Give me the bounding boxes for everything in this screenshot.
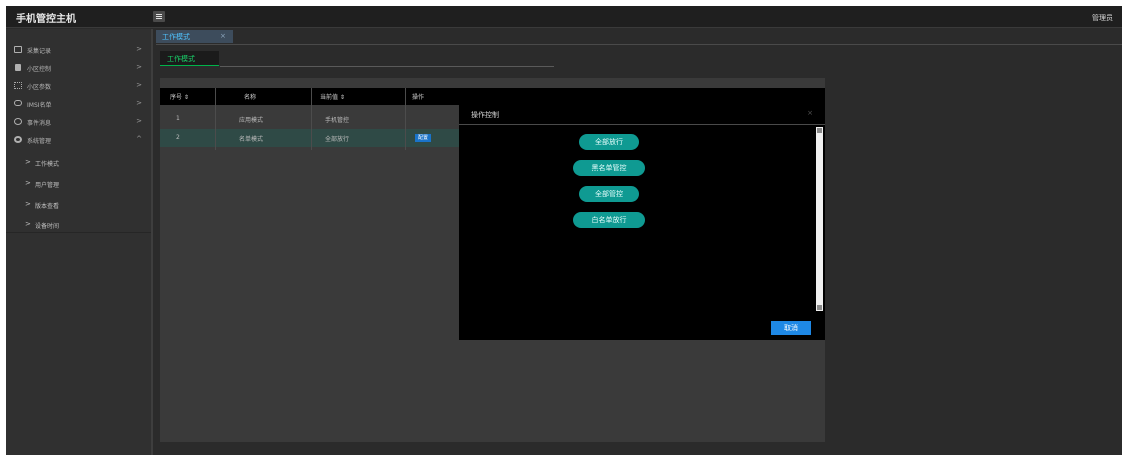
column-separator (405, 88, 406, 150)
subtab-label: 工作模式 (167, 55, 195, 63)
sidebar: 采集记录 > 小区控制 > 小区参数 > IMSI名单 > 事件消息 > 系统管… (6, 29, 153, 455)
sidebar-subitem-version[interactable]: > 版本查看 (6, 195, 151, 215)
sidebar-divider (6, 232, 151, 233)
tab-strip-divider (156, 44, 1122, 45)
cell-name: 应用模式 (239, 117, 264, 124)
column-header-name: 名称 (244, 94, 257, 101)
modal-divider (459, 124, 825, 125)
tab-work-mode[interactable]: 工作模式 × (156, 30, 233, 43)
scroll-down-icon[interactable] (817, 305, 822, 310)
user-name[interactable]: 管理员 (1092, 13, 1113, 23)
blacklist-control-button[interactable]: 黑名单管控 (573, 160, 645, 176)
column-separator (311, 88, 312, 150)
arrow-right-icon: > (25, 200, 31, 208)
table-row[interactable]: 1 应用模式 手机管控 (160, 110, 460, 128)
sidebar-item-cell-params[interactable]: 小区参数 > (6, 77, 151, 95)
cell-name: 名单模式 (239, 136, 264, 143)
control-all-button[interactable]: 全部管控 (579, 186, 639, 202)
cell-index: 2 (176, 134, 180, 141)
sidebar-item-label: 采集记录 (27, 48, 52, 55)
chevron-right-icon: > (136, 99, 142, 107)
app-window: 手机管控主机 管理员 采集记录 > 小区控制 > 小区参数 > IMSI名单 > (6, 6, 1122, 455)
list-icon (14, 100, 22, 106)
sidebar-item-label: 小区控制 (27, 66, 52, 73)
sidebar-item-label: 系统管理 (27, 138, 52, 145)
scroll-up-icon[interactable] (817, 128, 822, 133)
close-icon[interactable]: × (807, 109, 813, 117)
arrow-right-icon: > (25, 158, 31, 166)
subtab-work-mode[interactable]: 工作模式 (160, 51, 219, 66)
sidebar-subitem-users[interactable]: > 用户管理 (6, 174, 151, 194)
subtab-divider (220, 66, 554, 67)
calendar-icon (14, 46, 22, 53)
arrow-right-icon: > (25, 220, 31, 228)
sidebar-item-label: 事件消息 (27, 120, 52, 127)
sidebar-subitem-label: 设备时间 (35, 223, 60, 230)
sidebar-subitem-label: 版本查看 (35, 203, 60, 210)
column-header-value[interactable]: 当前值 ⇕ (320, 92, 345, 101)
chevron-up-icon: ^ (136, 135, 142, 143)
app-title: 手机管控主机 (16, 14, 76, 25)
column-header-action: 操作 (412, 94, 425, 101)
menu-toggle-icon[interactable] (153, 11, 165, 22)
operation-control-modal: 操作控制 × 全部放行 黑名单管控 全部管控 白名单放行 取消 (459, 97, 825, 340)
modal-scrollbar[interactable] (816, 127, 823, 311)
cell-index: 1 (176, 115, 180, 122)
arrow-right-icon: > (25, 179, 31, 187)
sidebar-item-label: IMSI名单 (27, 102, 52, 109)
column-header-index[interactable]: 序号 ⇕ (170, 92, 189, 101)
chevron-right-icon: > (136, 45, 142, 53)
sidebar-item-records[interactable]: 采集记录 > (6, 41, 151, 59)
cancel-button[interactable]: 取消 (771, 321, 811, 335)
whitelist-allow-button[interactable]: 白名单放行 (573, 212, 645, 228)
sidebar-item-system[interactable]: 系统管理 ^ (6, 131, 151, 149)
config-button[interactable]: 配置 (415, 134, 431, 142)
sidebar-item-events[interactable]: 事件消息 > (6, 113, 151, 131)
square-icon (15, 64, 21, 71)
message-icon (14, 118, 22, 125)
allow-all-button[interactable]: 全部放行 (579, 134, 639, 150)
grid-icon (14, 82, 22, 89)
sidebar-subitem-label: 工作模式 (35, 161, 60, 168)
sidebar-item-imsi-list[interactable]: IMSI名单 > (6, 95, 151, 113)
cell-value: 全部放行 (325, 136, 350, 143)
sidebar-subitem-label: 用户管理 (35, 182, 60, 189)
sidebar-subitem-work-mode[interactable]: > 工作模式 (6, 153, 151, 173)
gear-icon (14, 136, 22, 143)
sidebar-item-cell-control[interactable]: 小区控制 > (6, 59, 151, 77)
chevron-right-icon: > (136, 63, 142, 71)
column-separator (215, 88, 216, 150)
table-row[interactable]: 2 名单模式 全部放行 配置 (160, 129, 460, 147)
top-bar: 手机管控主机 管理员 (6, 6, 1122, 28)
cell-value: 手机管控 (325, 117, 350, 124)
close-icon[interactable]: × (220, 32, 226, 40)
sidebar-item-label: 小区参数 (27, 84, 52, 91)
tab-label: 工作模式 (162, 33, 190, 41)
modal-title: 操作控制 (471, 111, 499, 119)
chevron-right-icon: > (136, 81, 142, 89)
chevron-right-icon: > (136, 117, 142, 125)
